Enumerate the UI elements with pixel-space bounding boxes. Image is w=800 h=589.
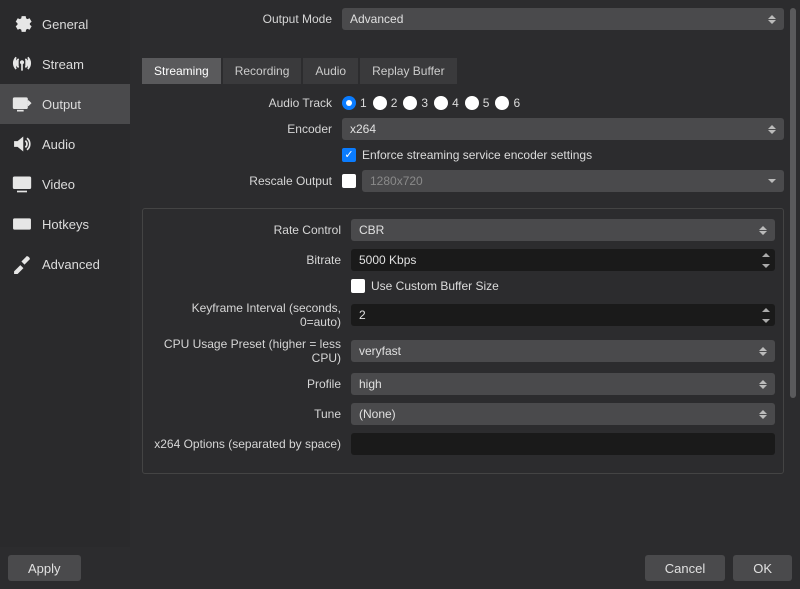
enforce-checkbox[interactable] (342, 148, 356, 162)
content-scrollbar[interactable] (790, 8, 796, 438)
updown-icon (766, 118, 778, 140)
output-icon (10, 94, 34, 114)
cpu-preset-label: CPU Usage Preset (higher = less CPU) (151, 337, 351, 365)
encoder-label: Encoder (142, 122, 342, 136)
bitrate-value: 5000 Kbps (359, 253, 416, 267)
sidebar-item-label: Stream (42, 57, 84, 72)
sidebar-item-stream[interactable]: Stream (0, 44, 130, 84)
x264-options-label: x264 Options (separated by space) (151, 437, 351, 451)
apply-button[interactable]: Apply (8, 555, 81, 581)
rescale-select[interactable]: 1280x720 (362, 170, 784, 192)
sidebar-item-hotkeys[interactable]: Hotkeys (0, 204, 130, 244)
rescale-checkbox[interactable] (342, 174, 356, 188)
rescale-value: 1280x720 (370, 174, 423, 188)
sidebar-item-advanced[interactable]: Advanced (0, 244, 130, 284)
sidebar-item-label: Hotkeys (42, 217, 89, 232)
monitor-icon (10, 174, 34, 194)
tab-streaming[interactable]: Streaming (142, 58, 221, 84)
audio-track-3[interactable]: 3 (403, 96, 428, 110)
tune-label: Tune (151, 407, 351, 421)
audio-track-label: Audio Track (142, 96, 342, 110)
rate-control-select[interactable]: CBR (351, 219, 775, 241)
sidebar-item-label: Audio (42, 137, 75, 152)
tune-value: (None) (359, 407, 396, 421)
sidebar-item-label: Video (42, 177, 75, 192)
bitrate-input[interactable]: 5000 Kbps (351, 249, 775, 271)
encoder-value: x264 (350, 122, 376, 136)
sidebar-item-general[interactable]: General (0, 4, 130, 44)
output-mode-value: Advanced (350, 12, 403, 26)
audio-track-2[interactable]: 2 (373, 96, 398, 110)
keyframe-input[interactable]: 2 (351, 304, 775, 326)
x264-options-input[interactable] (351, 433, 775, 455)
settings-sidebar: General Stream Output Audio Video Hotkey… (0, 0, 130, 547)
profile-label: Profile (151, 377, 351, 391)
tab-replay-buffer[interactable]: Replay Buffer (360, 58, 457, 84)
chevron-down-icon (766, 170, 778, 192)
audio-track-1[interactable]: 1 (342, 96, 367, 110)
speaker-icon (10, 134, 34, 154)
updown-icon (757, 340, 769, 362)
cancel-button[interactable]: Cancel (645, 555, 725, 581)
antenna-icon (10, 54, 34, 74)
cpu-preset-value: veryfast (359, 344, 401, 358)
keyframe-value: 2 (359, 308, 366, 322)
sidebar-item-label: Output (42, 97, 81, 112)
bitrate-spinner[interactable] (759, 249, 773, 271)
audio-track-group: 1 2 3 4 5 6 (342, 96, 784, 110)
sidebar-item-video[interactable]: Video (0, 164, 130, 204)
sidebar-item-audio[interactable]: Audio (0, 124, 130, 164)
cpu-preset-select[interactable]: veryfast (351, 340, 775, 362)
sidebar-item-output[interactable]: Output (0, 84, 130, 124)
tab-audio[interactable]: Audio (303, 58, 358, 84)
tools-icon (10, 254, 34, 274)
encoder-settings-panel: Rate Control CBR Bitrate 5000 Kbps (142, 208, 784, 474)
rate-control-label: Rate Control (151, 223, 351, 237)
audio-track-4[interactable]: 4 (434, 96, 459, 110)
rate-control-value: CBR (359, 223, 384, 237)
output-tabs: Streaming Recording Audio Replay Buffer (142, 58, 784, 84)
updown-icon (766, 8, 778, 30)
profile-select[interactable]: high (351, 373, 775, 395)
audio-track-6[interactable]: 6 (495, 96, 520, 110)
rescale-label: Rescale Output (142, 174, 342, 188)
custom-buffer-label: Use Custom Buffer Size (371, 279, 499, 293)
output-mode-label: Output Mode (142, 12, 342, 26)
tune-select[interactable]: (None) (351, 403, 775, 425)
footer: Apply Cancel OK (0, 547, 800, 589)
encoder-select[interactable]: x264 (342, 118, 784, 140)
updown-icon (757, 403, 769, 425)
keyframe-spinner[interactable] (759, 304, 773, 326)
output-mode-select[interactable]: Advanced (342, 8, 784, 30)
updown-icon (757, 373, 769, 395)
content-area: Output Mode Advanced Streaming Recording… (130, 0, 800, 547)
sidebar-item-label: Advanced (42, 257, 100, 272)
updown-icon (757, 219, 769, 241)
profile-value: high (359, 377, 382, 391)
custom-buffer-checkbox[interactable] (351, 279, 365, 293)
sidebar-item-label: General (42, 17, 88, 32)
tab-recording[interactable]: Recording (223, 58, 302, 84)
audio-track-5[interactable]: 5 (465, 96, 490, 110)
enforce-label: Enforce streaming service encoder settin… (362, 148, 592, 162)
keyboard-icon (10, 214, 34, 234)
gear-icon (10, 14, 34, 34)
keyframe-label: Keyframe Interval (seconds, 0=auto) (151, 301, 351, 329)
ok-button[interactable]: OK (733, 555, 792, 581)
bitrate-label: Bitrate (151, 253, 351, 267)
